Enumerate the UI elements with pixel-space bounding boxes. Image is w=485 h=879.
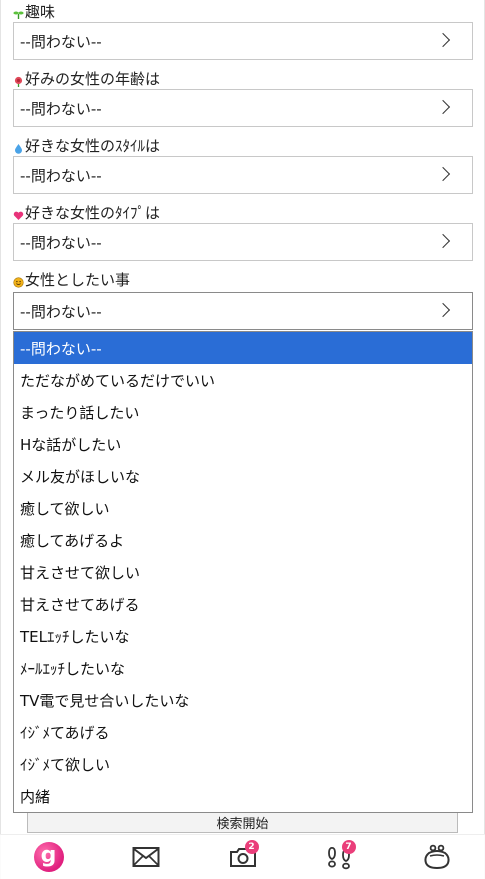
style-select-value: --問わない-- bbox=[20, 166, 102, 185]
age-select-value: --問わない-- bbox=[20, 99, 102, 118]
dropdown-option[interactable]: TELｴｯﾁしたいな bbox=[14, 620, 472, 652]
tab-footprints[interactable]: 7 bbox=[318, 837, 362, 877]
bottom-tab-bar: g 2 7 bbox=[0, 834, 485, 879]
tab-wallet[interactable] bbox=[415, 837, 459, 877]
hobby-select-value: --問わない-- bbox=[20, 32, 102, 51]
dropdown-option[interactable]: 癒してあげるよ bbox=[14, 524, 472, 556]
activity-select[interactable]: --問わない-- bbox=[13, 292, 473, 330]
dropdown-option[interactable]: ｲｼﾞﾒてあげる bbox=[14, 716, 472, 748]
smile-icon bbox=[13, 274, 24, 288]
dropdown-option[interactable]: メル友がほしいな bbox=[14, 460, 472, 492]
envelope-icon bbox=[132, 847, 159, 867]
chevron-right-icon bbox=[435, 32, 451, 48]
field-label-type: 好きな女性のﾀｲﾌﾟは bbox=[13, 201, 160, 223]
droplet-icon bbox=[13, 140, 24, 154]
dropdown-option[interactable]: ｲｼﾞﾒて欲しい bbox=[14, 748, 472, 780]
chevron-right-icon bbox=[435, 302, 451, 318]
type-select-value: --問わない-- bbox=[20, 233, 102, 252]
field-label-style: 好きな女性のｽﾀｲﾙは bbox=[13, 134, 160, 156]
coin-purse-icon bbox=[423, 844, 450, 870]
field-label-text: 好きな女性のｽﾀｲﾙは bbox=[25, 136, 161, 155]
dropdown-option[interactable]: 癒して欲しい bbox=[14, 492, 472, 524]
field-label-age: 好みの女性の年齢は bbox=[13, 67, 160, 89]
field-label-hobby: 趣味 bbox=[13, 0, 55, 22]
chevron-right-icon bbox=[435, 99, 451, 115]
dropdown-option[interactable]: 甘えさせて欲しい bbox=[14, 556, 472, 588]
chevron-right-icon bbox=[435, 233, 451, 249]
footprints-badge: 7 bbox=[341, 840, 356, 854]
tab-mail[interactable] bbox=[124, 837, 168, 877]
dropdown-option[interactable]: ﾒｰﾙｴｯﾁしたいな bbox=[14, 652, 472, 684]
style-select[interactable]: --問わない-- bbox=[13, 156, 473, 194]
field-label-text: 好きな女性のﾀｲﾌﾟは bbox=[25, 203, 161, 222]
dropdown-option[interactable]: --問わない-- bbox=[14, 332, 472, 364]
age-select[interactable]: --問わない-- bbox=[13, 89, 473, 127]
frame-left-border bbox=[0, 0, 1, 879]
field-label-text: 好みの女性の年齢は bbox=[25, 69, 161, 88]
search-start-button[interactable]: 検索開始 bbox=[27, 813, 458, 833]
tab-photos[interactable]: 2 bbox=[221, 837, 265, 877]
chevron-right-icon bbox=[435, 166, 451, 182]
heart-icon bbox=[13, 207, 24, 220]
dropdown-option[interactable]: ただながめているだけでいい bbox=[14, 364, 472, 396]
camera-badge: 2 bbox=[244, 840, 259, 854]
hobby-select[interactable]: --問わない-- bbox=[13, 22, 473, 60]
field-label-activity: 女性としたい事 bbox=[13, 268, 130, 290]
dropdown-option[interactable]: まったり話したい bbox=[14, 396, 472, 428]
activity-select-value: --問わない-- bbox=[20, 302, 102, 321]
field-label-text: 女性としたい事 bbox=[25, 270, 131, 289]
dropdown-option[interactable]: Hな話がしたい bbox=[14, 428, 472, 460]
tab-home[interactable]: g bbox=[27, 837, 71, 877]
dropdown-option[interactable]: 内緒 bbox=[14, 780, 472, 812]
rose-icon bbox=[13, 73, 24, 87]
field-label-text: 趣味 bbox=[25, 2, 56, 21]
app-logo-icon: g bbox=[33, 842, 64, 872]
type-select[interactable]: --問わない-- bbox=[13, 223, 473, 261]
dropdown-option[interactable]: 甘えさせてあげる bbox=[14, 588, 472, 620]
dropdown-option[interactable]: TV電で見せ合いしたいな bbox=[14, 684, 472, 716]
activity-dropdown-list: --問わない-- ただながめているだけでいい まったり話したい Hな話がしたい … bbox=[13, 331, 473, 813]
sprout-icon bbox=[13, 6, 24, 19]
